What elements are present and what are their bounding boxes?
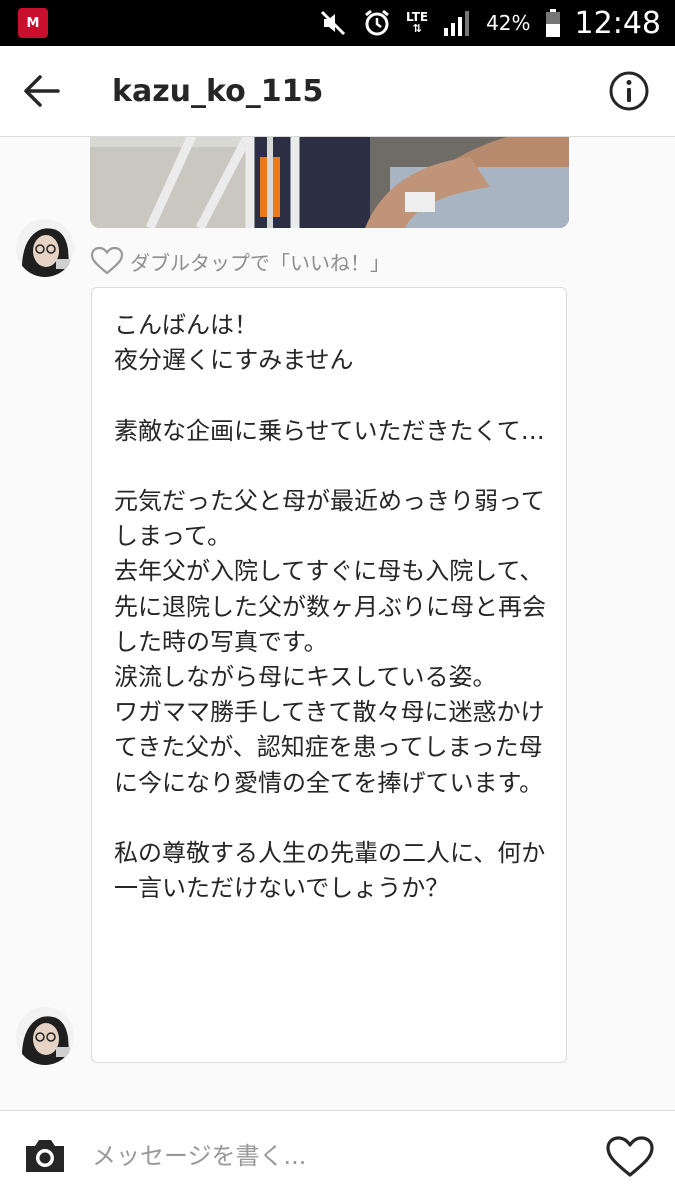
camera-icon[interactable] (22, 1136, 68, 1176)
back-arrow-icon[interactable] (22, 73, 62, 109)
conversation-thread[interactable]: ダブルタップで「いいね！」 こんばんは！ 夜分遅くにすみません 素敵な企画に乗ら… (0, 137, 675, 1110)
heart-outline-icon (90, 246, 124, 275)
info-icon[interactable] (608, 70, 650, 112)
text-message-bubble[interactable]: こんばんは！ 夜分遅くにすみません 素敵な企画に乗らせていただきたくて… 元気だ… (91, 287, 567, 1063)
message-composer (0, 1110, 675, 1201)
message-input[interactable] (90, 1135, 594, 1177)
message-text: こんばんは！ 夜分遅くにすみません 素敵な企画に乗らせていただきたくて… 元気だ… (114, 311, 546, 903)
hospital-photo (90, 137, 569, 228)
double-tap-like-hint: ダブルタップで「いいね！」 (90, 245, 390, 277)
status-time: 12:48 (574, 5, 661, 41)
heart-icon[interactable] (605, 1135, 655, 1179)
photo-message[interactable] (90, 137, 569, 228)
battery-icon (545, 9, 560, 37)
sender-avatar[interactable] (16, 219, 74, 277)
status-bar: M LTE ⇅ 42% 12:48 (0, 0, 675, 46)
status-icons: LTE ⇅ 42% 12:48 (318, 0, 661, 46)
chat-header: kazu_ko_115 (0, 46, 675, 137)
mute-icon (320, 10, 346, 36)
network-type-label: LTE ⇅ (406, 10, 429, 35)
sender-avatar[interactable] (16, 1007, 74, 1065)
security-app-icon: M (18, 8, 48, 38)
signal-icon (444, 11, 470, 36)
like-hint-text: ダブルタップで「いいね！」 (130, 250, 390, 275)
battery-percent: 42% (486, 11, 531, 35)
alarm-icon (365, 9, 389, 36)
message-timestamp (0, 1092, 675, 1110)
chat-username[interactable]: kazu_ko_115 (112, 74, 323, 109)
